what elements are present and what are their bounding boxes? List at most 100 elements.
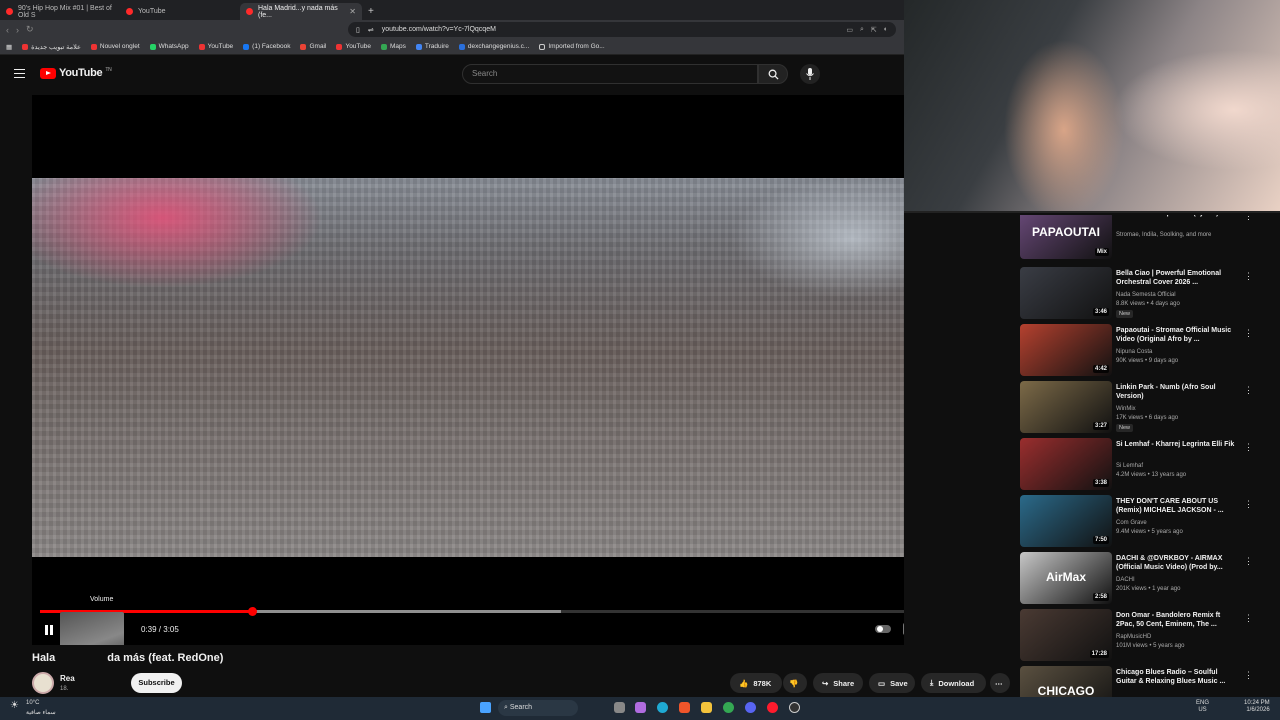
download-button[interactable]: ⤓ Download — [921, 673, 986, 693]
recommended-video[interactable]: PAPAOUTAI Mix ... Stromae - Papaoutai (Lyr… — [1020, 215, 1270, 259]
opera-icon[interactable] — [767, 702, 778, 713]
video-frame[interactable] — [32, 178, 904, 557]
more-options-icon[interactable]: ⋮ — [1244, 215, 1253, 222]
captions-icon[interactable] — [903, 623, 904, 635]
recommended-video[interactable]: AirMax 2:58 DACHI & @DVRKBOY - AIRMAX (Off… — [1020, 552, 1270, 604]
recommended-title[interactable]: ... Stromae - Papaoutai (Lyrics) — [1116, 215, 1240, 218]
more-options-icon[interactable]: ⋮ — [1244, 328, 1253, 339]
channel-avatar[interactable] — [32, 672, 54, 694]
hamburger-menu-icon[interactable] — [14, 69, 25, 78]
progress-bar[interactable] — [40, 607, 904, 616]
more-options-icon[interactable]: ⋮ — [1244, 670, 1253, 681]
more-options-icon[interactable]: ⋮ — [1244, 499, 1253, 510]
forward-icon[interactable]: › — [16, 25, 19, 35]
bookmark-item[interactable]: Nouvel onglet — [90, 43, 140, 50]
bookmark-icon[interactable]: ▯ — [356, 26, 360, 34]
bookmark-item[interactable]: Gmail — [300, 43, 326, 50]
scrubber-handle[interactable] — [248, 607, 258, 616]
bookmark-item[interactable]: dexchangegenius.c... — [458, 43, 529, 50]
task-view-icon[interactable] — [614, 702, 625, 713]
clock[interactable]: 10:24 PM 1/6/2026 — [1244, 700, 1270, 714]
video-thumbnail[interactable]: 3:38 — [1020, 438, 1112, 490]
recommended-video[interactable]: CHICAGO Chicago Blues Radio – Soulful Gui… — [1020, 666, 1270, 700]
zoom-icon[interactable]: ⌕ — [860, 26, 864, 34]
search-button[interactable] — [758, 64, 788, 84]
recommended-video[interactable]: 3:27 Linkin Park - Numb (Afro Soul Versio… — [1020, 381, 1270, 433]
more-options-icon[interactable]: ⋮ — [1244, 442, 1253, 453]
recommended-title[interactable]: DACHI & @DVRKBOY - AIRMAX (Official Musi… — [1116, 554, 1240, 572]
channel-name[interactable]: Nada Semesta Official — [1116, 291, 1176, 299]
weather-temp[interactable]: 10°C — [26, 700, 39, 706]
cast-icon[interactable]: ▭ — [846, 26, 853, 34]
extension-icon[interactable]: ◐ — [884, 26, 888, 34]
recommended-video[interactable]: 17:28 Don Omar - Bandolero Remix ft 2Pac,… — [1020, 609, 1270, 661]
recommended-video[interactable]: 3:38 Si Lemhaf - Kharrej Legrinta Elli Fi… — [1020, 438, 1270, 490]
more-options-icon[interactable]: ⋮ — [1244, 556, 1253, 567]
new-tab-button[interactable]: + — [362, 3, 380, 20]
browser-tab[interactable]: YouTube — [120, 3, 240, 20]
youtube-logo[interactable]: YouTube TN — [40, 67, 112, 79]
video-thumbnail[interactable]: 17:28 — [1020, 609, 1112, 661]
file-explorer-icon[interactable] — [701, 702, 712, 713]
channel-name[interactable]: Rea — [60, 674, 75, 683]
pause-icon[interactable] — [44, 625, 54, 635]
dislike-button[interactable]: 👎 — [783, 673, 807, 693]
more-actions-button[interactable]: ⋯ — [990, 673, 1010, 693]
share-button[interactable]: ↪ Share — [813, 673, 863, 693]
recommended-title[interactable]: Linkin Park - Numb (Afro Soul Version) — [1116, 383, 1240, 401]
like-button[interactable]: 👍 878K — [730, 673, 782, 693]
recommended-title[interactable]: THEY DON'T CARE ABOUT US (Remix) MICHAEL… — [1116, 497, 1240, 515]
recommended-video[interactable]: 4:42 Papaoutai - Stromae Official Music V… — [1020, 324, 1270, 376]
bookmark-item[interactable]: YouTube — [336, 43, 371, 50]
video-player[interactable]: Volume x9 0:39 / 3:05 — [32, 95, 904, 645]
channel-name[interactable]: RapMusicHD — [1116, 633, 1151, 641]
recommended-title[interactable]: Chicago Blues Radio – Soulful Guitar & R… — [1116, 668, 1240, 686]
channel-name[interactable]: WinMix — [1116, 405, 1136, 413]
recommended-title[interactable]: Papaoutai - Stromae Official Music Video… — [1116, 326, 1240, 344]
save-button[interactable]: ▭ Save — [869, 673, 915, 693]
recommended-title[interactable]: Bella Ciao | Powerful Emotional Orchestr… — [1116, 269, 1240, 287]
channel-name[interactable]: Si Lemhaf — [1116, 462, 1143, 470]
edge-icon[interactable] — [657, 702, 668, 713]
reload-icon[interactable]: ↻ — [26, 24, 34, 35]
recommended-video[interactable]: 3:46 Bella Ciao | Powerful Emotional Orch… — [1020, 267, 1270, 319]
discord-icon[interactable] — [745, 702, 756, 713]
language-indicator[interactable]: ENG US — [1196, 700, 1209, 714]
video-thumbnail[interactable]: 3:27 — [1020, 381, 1112, 433]
bookmark-item[interactable]: YouTube — [198, 43, 233, 50]
site-info-icon[interactable]: ⇌ — [368, 26, 374, 34]
bookmark-item[interactable]: Maps — [381, 43, 406, 50]
windows-start-icon[interactable] — [480, 702, 491, 713]
more-options-icon[interactable]: ⋮ — [1244, 271, 1253, 282]
video-thumbnail[interactable]: 4:42 — [1020, 324, 1112, 376]
more-options-icon[interactable]: ⋮ — [1244, 385, 1253, 396]
bookmark-folder[interactable]: Imported from Go... — [539, 43, 605, 50]
close-tab-icon[interactable]: ✕ — [349, 7, 356, 16]
channel-name[interactable]: Nipuna Costa — [1116, 348, 1152, 356]
back-icon[interactable]: ‹ — [6, 25, 9, 35]
voice-search-button[interactable] — [800, 64, 820, 84]
copilot-icon[interactable] — [635, 702, 646, 713]
taskbar-search[interactable]: ⌕ Search — [498, 700, 578, 716]
brave-icon[interactable] — [679, 702, 690, 713]
video-thumbnail[interactable]: AirMax 2:58 — [1020, 552, 1112, 604]
recommended-video[interactable]: 7:50 THEY DON'T CARE ABOUT US (Remix) MIC… — [1020, 495, 1270, 547]
share-page-icon[interactable]: ⇱ — [871, 26, 877, 34]
address-bar[interactable]: ▯ ⇌ youtube.com/watch?v=Yc-7lQqcqeM ▭ ⌕ ⇱ ◐ — [348, 22, 896, 37]
bookmark-item[interactable]: Traduire — [415, 43, 449, 50]
search-input[interactable]: Search — [462, 64, 758, 84]
video-thumbnail[interactable]: PAPAOUTAI Mix — [1020, 215, 1112, 259]
video-thumbnail[interactable]: CHICAGO — [1020, 666, 1112, 700]
more-options-icon[interactable]: ⋮ — [1244, 613, 1253, 624]
recommended-title[interactable]: Si Lemhaf - Kharrej Legrinta Elli Fik — [1116, 440, 1240, 449]
browser-tab-active[interactable]: Hala Madrid...y nada más (fe... ✕ — [240, 3, 362, 20]
channel-name[interactable]: Stromae, Indila, Soolking, and more — [1116, 231, 1211, 239]
video-thumbnail[interactable]: 3:46 — [1020, 267, 1112, 319]
apps-icon[interactable]: ▦ — [6, 43, 12, 51]
recommended-title[interactable]: Don Omar - Bandolero Remix ft 2Pac, 50 C… — [1116, 611, 1240, 629]
autoplay-toggle[interactable] — [875, 625, 891, 633]
bookmark-item[interactable]: WhatsApp — [149, 43, 189, 50]
channel-name[interactable]: DACHI — [1116, 576, 1135, 584]
subscribe-button[interactable]: Subscribe — [131, 673, 182, 693]
obs-icon[interactable] — [789, 702, 800, 713]
